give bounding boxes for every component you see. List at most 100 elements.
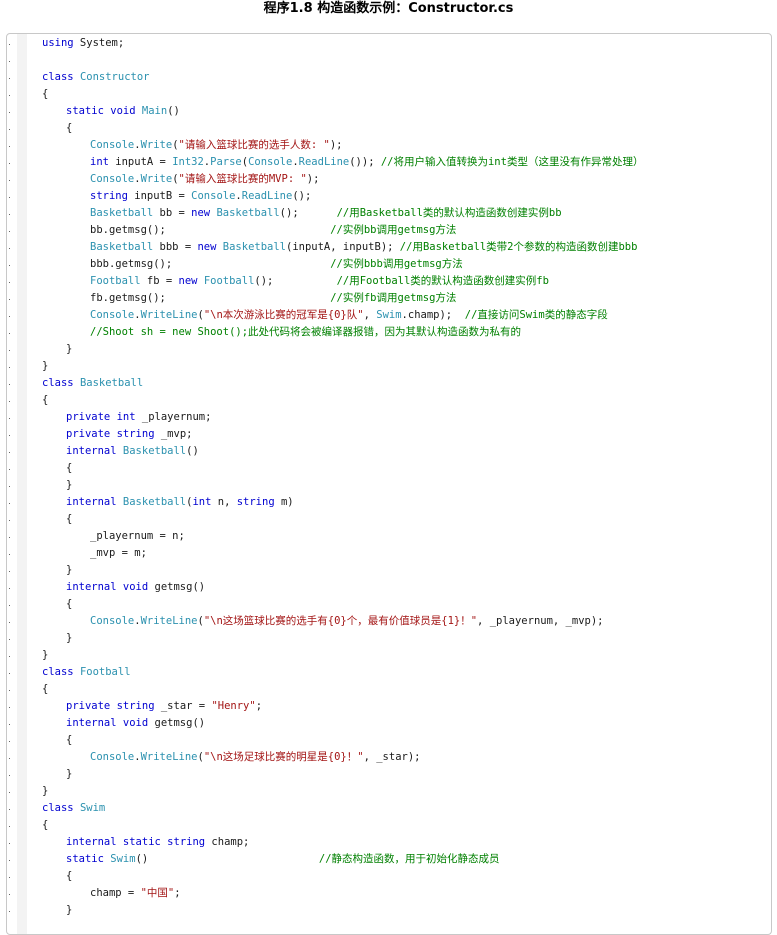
line-marker (9, 741, 10, 742)
keyword-token: static (122, 836, 161, 848)
plain-token: { (66, 870, 73, 882)
keyword-token: int (192, 496, 212, 508)
line-marker (9, 78, 10, 79)
plain-token: { (42, 394, 49, 406)
line-marker (9, 775, 10, 776)
plain-token: () (186, 445, 199, 457)
code-line: internal void getmsg() (42, 579, 643, 596)
code-line: fb.getmsg(); //实例fb调用getmsg方法 (42, 290, 643, 307)
keyword-token: private (66, 700, 111, 712)
line-marker (9, 537, 10, 538)
keyword-token: string (90, 190, 128, 202)
keyword-token: void (122, 581, 149, 593)
line-marker (9, 792, 10, 793)
line-marker (9, 707, 10, 708)
code-line: } (42, 902, 643, 919)
string-token: "\n这场足球比赛的明星是{0}！" (203, 751, 364, 763)
plain-token: inputA = (108, 156, 173, 168)
line-marker (9, 435, 10, 436)
keyword-token: string (116, 428, 155, 440)
line-marker (9, 673, 10, 674)
type-token: Swim (79, 802, 106, 814)
code-listing[interactable]: using System; class Constructor { static v… (6, 33, 772, 935)
keyword-token: class (42, 666, 74, 678)
plain-token: m) (274, 496, 294, 508)
code-line: { (42, 120, 643, 137)
type-token: Basketball (122, 496, 187, 508)
type-token: Swim (376, 309, 402, 321)
gutter-stripe (17, 34, 27, 934)
code-line: _playernum = n; (42, 528, 643, 545)
line-marker (9, 95, 10, 96)
type-token: Console (191, 190, 236, 202)
plain-token: { (42, 88, 49, 100)
code-line: int inputA = Int32.Parse(Console.ReadLin… (42, 154, 643, 171)
keyword-token: new (191, 207, 211, 219)
plain-token: ; (174, 887, 181, 899)
plain-token: ()); (349, 156, 381, 168)
code-line: { (42, 681, 643, 698)
line-marker (9, 282, 10, 283)
code-line: } (42, 766, 643, 783)
comment-token: //静态构造函数，用于初始化静态成员 (318, 853, 500, 865)
keyword-token: new (197, 241, 217, 253)
plain-token: champ = (90, 887, 141, 899)
plain-token: } (66, 904, 73, 916)
code-line: internal static string champ; (42, 834, 643, 851)
line-marker (9, 112, 10, 113)
line-marker (9, 418, 10, 419)
code-line: using System; (42, 35, 643, 52)
keyword-token: private (66, 428, 111, 440)
code-line: { (42, 868, 643, 885)
plain-token: System; (73, 37, 125, 49)
line-marker (9, 299, 10, 300)
code-line: class Swim (42, 800, 643, 817)
line-marker (9, 724, 10, 725)
type-token: Constructor (79, 71, 150, 83)
code-line: class Constructor (42, 69, 643, 86)
line-marker (9, 44, 10, 45)
line-marker (9, 163, 10, 164)
plain-token: .champ); (401, 309, 465, 321)
keyword-token: void (122, 717, 149, 729)
plain-token: (); (254, 275, 337, 287)
type-token: Football (79, 666, 131, 678)
plain-token: { (66, 734, 73, 746)
plain-token: bb = (153, 207, 192, 219)
keyword-token: internal (66, 496, 117, 508)
keyword-token: string (167, 836, 206, 848)
code-line: private string _mvp; (42, 426, 643, 443)
line-marker (9, 826, 10, 827)
code-line: { (42, 596, 643, 613)
type-token: Parse (210, 156, 242, 168)
plain-token: () (135, 853, 319, 865)
line-marker (9, 571, 10, 572)
plain-token: ); (329, 139, 343, 151)
plain-token: bbb = (153, 241, 198, 253)
keyword-token: internal (66, 836, 117, 848)
plain-token: } (66, 768, 73, 780)
comment-token: //用Basketball类带2个参数的构造函数创建bbb (399, 241, 638, 253)
type-token: WriteLine (140, 751, 198, 763)
type-token: Console (90, 173, 135, 185)
line-marker (9, 401, 10, 402)
code-line: bb.getmsg(); //实例bb调用getmsg方法 (42, 222, 643, 239)
plain-token: _mvp; (154, 428, 193, 440)
line-marker (9, 452, 10, 453)
keyword-token: private (66, 411, 111, 423)
line-marker (9, 265, 10, 266)
code-line: private string _star = "Henry"; (42, 698, 643, 715)
plain-token: { (42, 819, 49, 831)
plain-token: { (66, 122, 73, 134)
line-marker (9, 860, 10, 861)
plain-token: , _playernum, _mvp); (477, 615, 604, 627)
keyword-token: int (116, 411, 136, 423)
type-token: Basketball (90, 207, 154, 219)
line-marker (9, 843, 10, 844)
comment-token: //用Football类的默认构造函数创建实例fb (336, 275, 549, 287)
line-marker (9, 486, 10, 487)
code-line: } (42, 783, 643, 800)
plain-token: { (66, 598, 73, 610)
line-marker (9, 690, 10, 691)
code-line: class Football (42, 664, 643, 681)
